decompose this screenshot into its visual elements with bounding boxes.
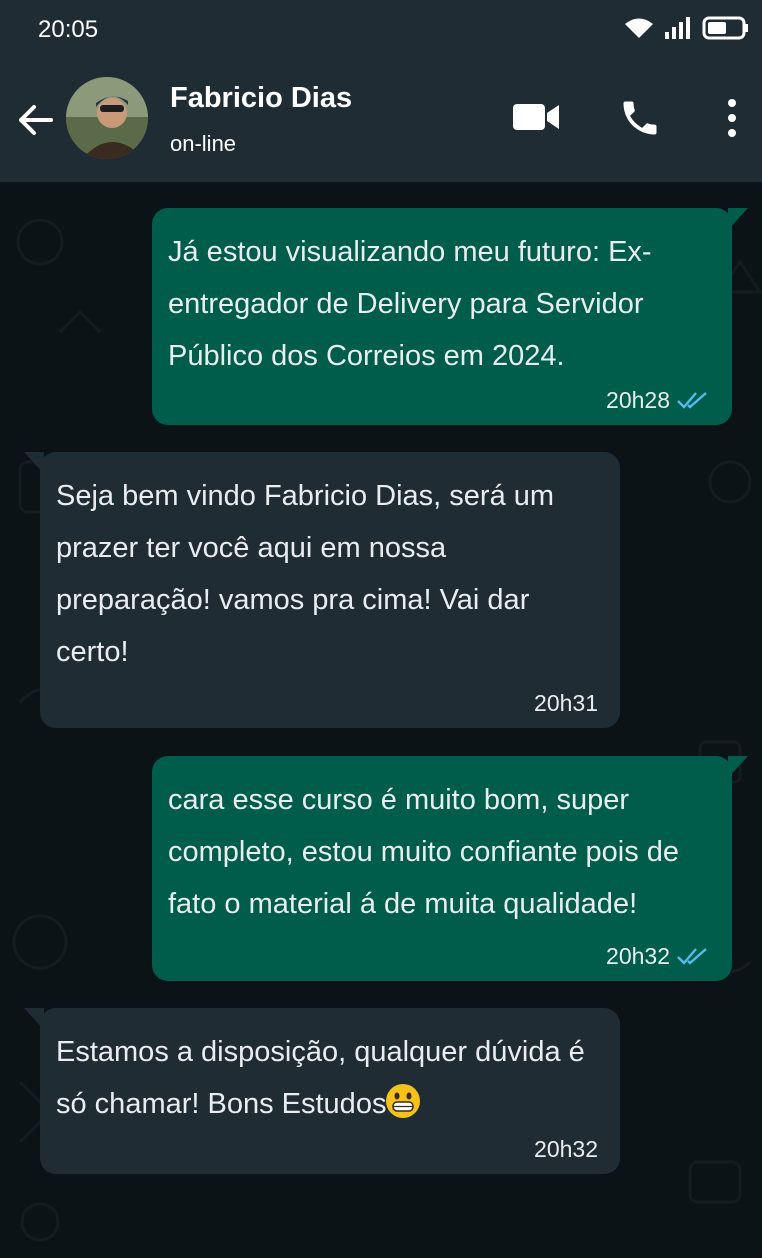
bubble-tail	[728, 208, 748, 230]
battery-icon	[702, 16, 748, 40]
message-text-block: Estamos a disposição, qualquer dúvida é …	[56, 1026, 606, 1130]
more-options-icon[interactable]	[722, 98, 742, 138]
bubble-tail	[24, 1008, 44, 1030]
message-text: Seja bem vindo Fabricio Dias, será um pr…	[56, 480, 555, 668]
video-call-icon[interactable]	[512, 102, 560, 132]
message-meta: 20h31	[534, 690, 598, 716]
message-meta: 20h32	[606, 943, 710, 969]
bubble-tail	[728, 756, 748, 778]
status-time: 20:05	[38, 16, 99, 43]
chat-header: Fabricio Dias on-line	[0, 58, 762, 182]
bubble-tail	[24, 452, 44, 474]
status-icons	[624, 16, 750, 40]
message-bubble-outgoing[interactable]: Já estou visualizando meu futuro: Ex-ent…	[152, 208, 748, 425]
message-time: 20h28	[606, 387, 670, 413]
message-meta: 20h28	[606, 387, 710, 413]
avatar-photo	[66, 77, 148, 159]
message-time: 20h32	[534, 1136, 598, 1162]
double-check-icon	[677, 948, 707, 965]
contact-status: on-line	[170, 131, 237, 156]
signal-icon	[665, 17, 690, 39]
grinning-face-emoji	[386, 1084, 421, 1118]
double-check-icon	[677, 392, 707, 409]
avatar[interactable]	[66, 77, 148, 159]
back-arrow-icon[interactable]	[16, 103, 54, 137]
chat-area[interactable]: Já estou visualizando meu futuro: Ex-ent…	[0, 182, 762, 1258]
message-bubble-incoming[interactable]: Seja bem vindo Fabricio Dias, será um pr…	[24, 452, 620, 728]
message-text: Estamos a disposição, qualquer dúvida é …	[56, 1036, 585, 1120]
message-time: 20h31	[534, 690, 598, 716]
status-bar: 20:05	[0, 0, 762, 58]
message-meta: 20h32	[534, 1136, 598, 1162]
phone-icon[interactable]	[618, 96, 662, 140]
message-bubble-incoming[interactable]: Estamos a disposição, qualquer dúvida é …	[24, 1008, 620, 1174]
contact-name[interactable]: Fabricio Dias	[170, 82, 352, 115]
message-text: Já estou visualizando meu futuro: Ex-ent…	[168, 236, 652, 372]
wifi-icon	[625, 18, 653, 38]
message-text: cara esse curso é muito bom, super compl…	[168, 784, 680, 920]
message-time: 20h32	[606, 943, 670, 969]
message-bubble-outgoing[interactable]: cara esse curso é muito bom, super compl…	[152, 756, 748, 981]
